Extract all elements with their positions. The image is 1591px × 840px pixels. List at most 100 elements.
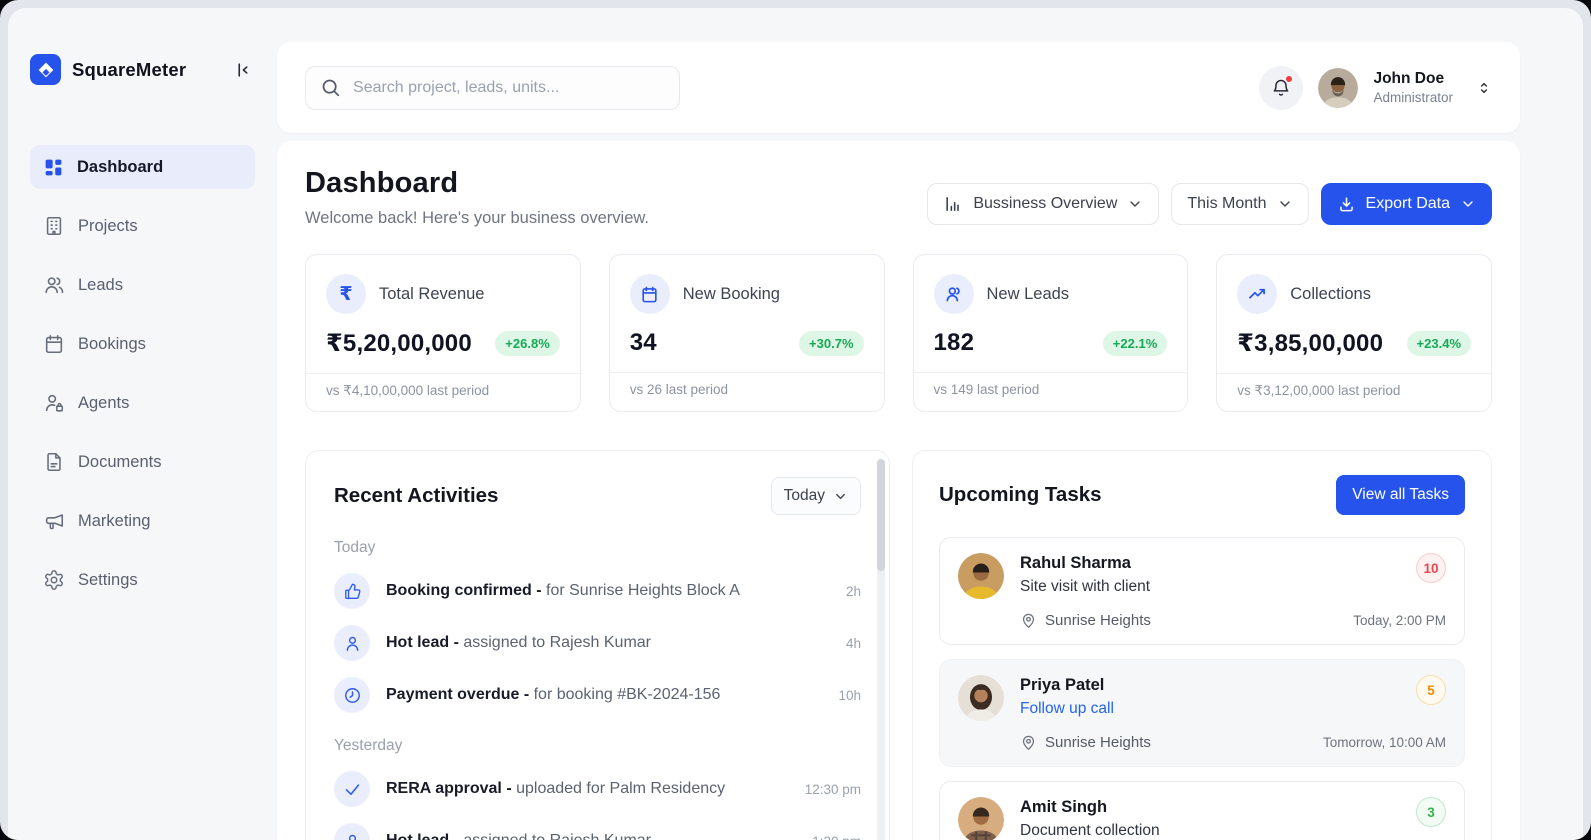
activity-text: RERA approval - uploaded for Palm Reside…	[386, 780, 725, 798]
task-card[interactable]: Priya Patel Follow up call 5	[939, 659, 1465, 767]
stat-compare: vs 26 last period	[610, 372, 884, 409]
activity-time: 2h	[846, 584, 861, 599]
task-description: Site visit with client	[1020, 578, 1150, 596]
users-icon	[43, 274, 65, 296]
page-subtitle: Welcome back! Here's your business overv…	[305, 209, 649, 228]
task-person-name: Rahul Sharma	[1020, 554, 1150, 573]
stat-value: ₹5,20,00,000	[326, 329, 472, 358]
overview-select-label: Bussiness Overview	[973, 195, 1117, 213]
activity-row: Payment overdue - for booking #BK-2024-1…	[334, 677, 861, 713]
sidebar-item-label: Leads	[78, 276, 123, 295]
sidebar-item-label: Bookings	[78, 335, 146, 354]
stat-compare: vs ₹3,12,00,000 last period	[1217, 373, 1491, 411]
notification-dot	[1285, 75, 1293, 83]
notifications-button[interactable]	[1259, 66, 1303, 110]
gear-icon	[43, 569, 65, 591]
user-info[interactable]: John Doe Administrator	[1373, 70, 1453, 105]
map-pin-icon	[1020, 734, 1037, 751]
chevron-down-icon	[1127, 196, 1143, 212]
activities-filter-button[interactable]: Today	[771, 477, 861, 515]
stat-value: 34	[630, 329, 657, 357]
squaremeter-logo-icon	[30, 54, 61, 85]
task-card[interactable]: Rahul Sharma Site visit with client 10	[939, 537, 1465, 645]
chevron-down-icon	[1460, 196, 1476, 212]
stat-cards-row: ₹ Total Revenue ₹5,20,00,000 +26.8% vs ₹…	[305, 254, 1492, 412]
person-icon	[334, 823, 370, 840]
task-count-badge: 5	[1416, 675, 1446, 705]
recent-activities-panel: Recent Activities Today Today	[305, 450, 890, 840]
main-column: John Doe Administrator Dashboard Welcome…	[277, 8, 1520, 840]
person-icon	[334, 625, 370, 661]
upcoming-tasks-panel: Upcoming Tasks View all Tasks Rahul Shar…	[912, 450, 1492, 840]
activity-row: Booking confirmed - for Sunrise Heights …	[334, 573, 861, 609]
brand-row: SquareMeter	[30, 54, 255, 85]
stat-compare: vs 149 last period	[914, 372, 1188, 409]
task-card[interactable]: Amit Singh Document collection 3	[939, 781, 1465, 840]
export-data-label: Export Data	[1366, 195, 1450, 213]
avatar	[958, 553, 1004, 599]
task-description-link[interactable]: Follow up call	[1020, 700, 1114, 718]
check-icon	[334, 771, 370, 807]
app-surface: SquareMeter Dashboard Projects	[8, 8, 1583, 840]
task-person-name: Priya Patel	[1020, 676, 1114, 695]
activity-group-label: Yesterday	[334, 737, 861, 755]
chevron-down-icon	[833, 489, 848, 504]
search-box[interactable]	[305, 66, 680, 110]
calendar-icon	[43, 333, 65, 355]
activities-filter-label: Today	[784, 487, 825, 505]
megaphone-icon	[43, 510, 65, 532]
export-data-button[interactable]: Export Data	[1321, 183, 1492, 225]
search-input[interactable]	[353, 79, 665, 97]
sidebar-item-label: Agents	[78, 394, 129, 413]
activities-title: Recent Activities	[334, 484, 498, 508]
activity-row: RERA approval - uploaded for Palm Reside…	[334, 771, 861, 807]
scrollbar-thumb[interactable]	[877, 459, 885, 571]
stat-delta-badge: +23.4%	[1407, 331, 1471, 356]
stat-delta-badge: +30.7%	[799, 331, 863, 356]
activity-time: 12:30 pm	[805, 782, 861, 797]
window-frame: SquareMeter Dashboard Projects	[0, 0, 1591, 840]
activity-row: Hot lead - assigned to Rajesh Kumar 1:30…	[334, 823, 861, 840]
sidebar-item-label: Marketing	[78, 512, 150, 531]
stat-label: New Leads	[987, 285, 1070, 304]
building-icon	[43, 215, 65, 237]
sidebar-item-leads[interactable]: Leads	[30, 263, 255, 307]
task-count-badge: 10	[1416, 553, 1446, 583]
activities-scrollbar[interactable]	[877, 459, 885, 840]
avatar	[958, 675, 1004, 721]
search-icon	[320, 77, 341, 98]
sidebar-collapse-icon[interactable]	[231, 58, 255, 82]
stat-card-new-leads: New Leads 182 +22.1% vs 149 last period	[913, 254, 1189, 412]
sidebar-item-bookings[interactable]: Bookings	[30, 322, 255, 366]
trend-up-icon	[1237, 274, 1277, 314]
sidebar-item-dashboard[interactable]: Dashboard	[30, 145, 255, 189]
sidebar-item-projects[interactable]: Projects	[30, 204, 255, 248]
activity-text: Hot lead - assigned to Rajesh Kumar	[386, 832, 651, 840]
stat-card-new-booking: New Booking 34 +30.7% vs 26 last period	[609, 254, 885, 412]
thumbs-up-icon	[334, 573, 370, 609]
users-icon	[934, 274, 974, 314]
page-header: Dashboard Welcome back! Here's your busi…	[305, 167, 1492, 228]
activity-time: 10h	[838, 688, 861, 703]
period-select-button[interactable]: This Month	[1171, 183, 1308, 225]
task-location: Sunrise Heights	[1020, 734, 1151, 751]
period-select-label: This Month	[1187, 195, 1266, 213]
user-menu-chevrons-icon[interactable]	[1476, 80, 1492, 96]
sidebar-item-agents[interactable]: Agents	[30, 381, 255, 425]
sidebar-item-settings[interactable]: Settings	[30, 558, 255, 602]
user-avatar[interactable]	[1318, 68, 1358, 108]
clock-icon	[334, 677, 370, 713]
dashboard-grid-icon	[43, 157, 64, 178]
sidebar-item-marketing[interactable]: Marketing	[30, 499, 255, 543]
overview-select-button[interactable]: Bussiness Overview	[927, 183, 1159, 225]
activity-row: Hot lead - assigned to Rajesh Kumar 4h	[334, 625, 861, 661]
task-count-badge: 3	[1416, 797, 1446, 827]
page-title: Dashboard	[305, 167, 649, 200]
download-icon	[1337, 195, 1356, 214]
sidebar-item-label: Documents	[78, 453, 161, 472]
header-actions: Bussiness Overview This Month	[927, 183, 1492, 225]
sidebar-nav: Dashboard Projects Leads Bookings	[30, 145, 255, 602]
sidebar-item-documents[interactable]: Documents	[30, 440, 255, 484]
stat-label: Total Revenue	[379, 285, 485, 304]
view-all-tasks-button[interactable]: View all Tasks	[1336, 475, 1465, 515]
